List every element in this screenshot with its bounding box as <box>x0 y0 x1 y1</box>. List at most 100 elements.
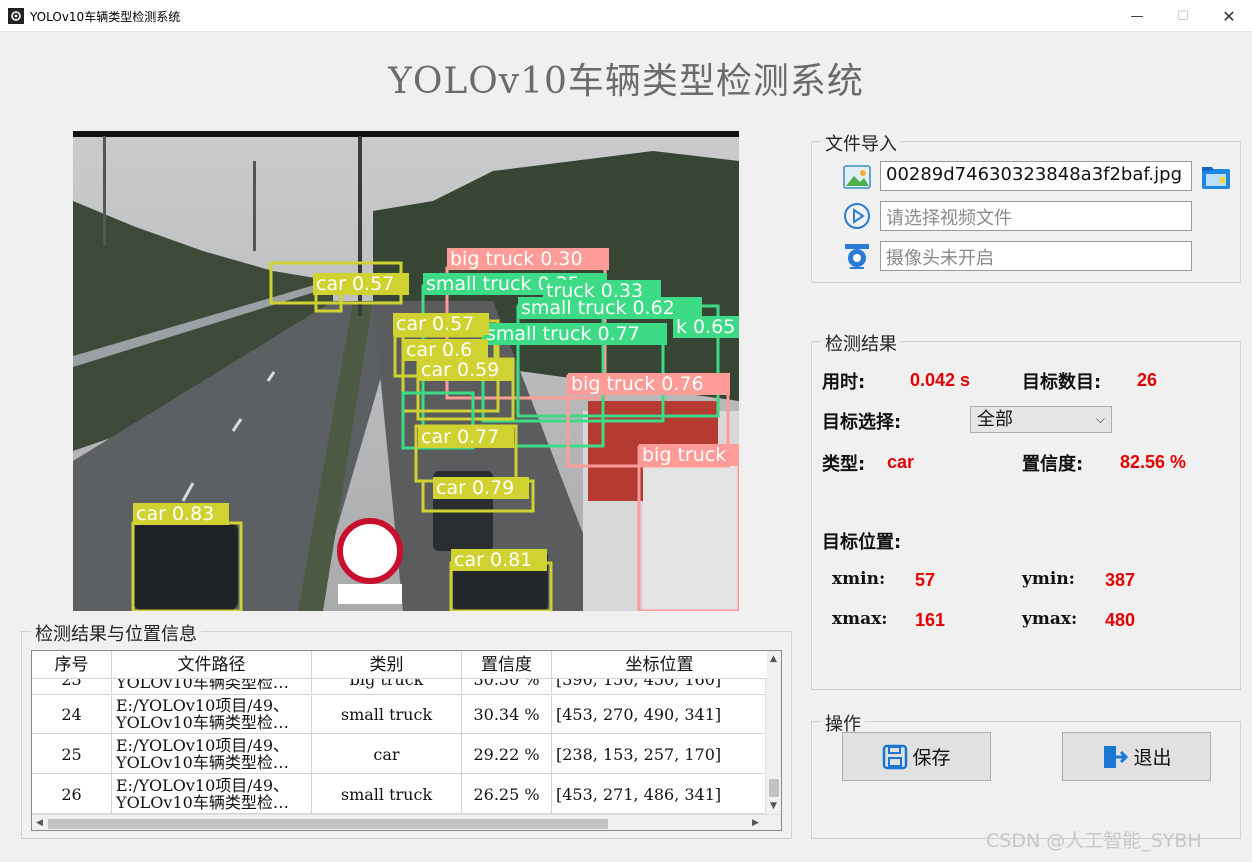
cell-coords: [453, 270, 490, 341] <box>556 704 722 724</box>
cell-index: 26 <box>32 774 112 814</box>
svg-text:small truck 0.62: small truck 0.62 <box>521 297 675 319</box>
exit-icon <box>1104 745 1129 768</box>
scroll-up-icon[interactable]: ▲ <box>770 654 777 664</box>
detection-label: car 0.83 <box>133 503 229 525</box>
cell-path: E:/YOLOv10项目/49、 YOLOv10车辆类型检… <box>112 734 312 774</box>
table-row[interactable]: 26 E:/YOLOv10项目/49、 YOLOv10车辆类型检… small … <box>32 774 767 814</box>
save-button-label: 保存 <box>912 747 951 769</box>
open-folder-icon[interactable] <box>1200 161 1232 193</box>
chevron-down-icon: ⌵ <box>1095 412 1105 426</box>
results-title: 检测结果 <box>821 330 901 356</box>
svg-text:car 0.77: car 0.77 <box>421 426 499 448</box>
header-confidence[interactable]: 置信度 <box>462 651 552 679</box>
table-hscroll-thumb[interactable] <box>48 819 608 829</box>
cell-path-line2: YOLOv10车辆类型检… <box>116 793 289 812</box>
cell-confidence: 26.25 % <box>462 774 552 814</box>
detection-label: k 0.65 <box>673 316 739 338</box>
cell-confidence: 30.34 % <box>462 694 552 734</box>
svg-text:car 0.81: car 0.81 <box>454 549 532 571</box>
table-vertical-scrollbar[interactable]: ▲ ▼ <box>765 651 781 816</box>
svg-text:small truck 0.77: small truck 0.77 <box>486 323 640 345</box>
scroll-right-icon[interactable]: ▶ <box>752 818 759 828</box>
detection-label: big truck 0.76 <box>568 373 730 395</box>
detection-label: small truck 0.77 <box>483 323 667 345</box>
save-icon <box>883 744 908 769</box>
table-row[interactable]: 24 E:/YOLOv10项目/49、 YOLOv10车辆类型检… small … <box>32 694 767 734</box>
results-table[interactable]: 序号 文件路径 类别 置信度 坐标位置 23 YOLOv10车辆类型检… big… <box>31 650 782 831</box>
cell-class: small truck <box>312 694 462 734</box>
detection-label: car 0.57 <box>393 313 489 335</box>
count-value: 26 <box>1137 370 1158 390</box>
detection-label: small truck 0.62 <box>518 297 702 319</box>
scroll-left-icon[interactable]: ◀ <box>36 818 43 828</box>
detection-label: car 0.77 <box>418 426 514 448</box>
detection-label: car 0.59 <box>418 359 514 381</box>
cell-confidence: 29.22 % <box>462 734 552 774</box>
header-class[interactable]: 类别 <box>312 651 462 679</box>
xmax-label: xmax: <box>832 609 888 629</box>
svg-text:big truck 0.30: big truck 0.30 <box>450 248 583 270</box>
cell-index: 24 <box>32 694 112 734</box>
type-value: car <box>887 452 915 472</box>
app-logo-icon <box>8 8 24 24</box>
cell-coords: [453, 271, 486, 341] <box>556 784 722 804</box>
time-value: 0.042 s <box>910 370 971 390</box>
table-horizontal-scrollbar[interactable]: ◀ ▶ <box>32 814 781 830</box>
video-file-icon[interactable] <box>842 201 872 231</box>
svg-text:k 0.65: k 0.65 <box>676 316 735 338</box>
xmin-value: 57 <box>915 570 936 590</box>
type-label: 类型: <box>822 454 866 475</box>
svg-text:car 0.6: car 0.6 <box>406 339 472 361</box>
ymax-label: ymax: <box>1022 609 1078 629</box>
svg-text:car 0.83: car 0.83 <box>136 503 214 525</box>
svg-text:car 0.57: car 0.57 <box>316 273 394 295</box>
target-select[interactable]: 全部 ⌵ <box>970 406 1112 433</box>
detection-label: car 0.81 <box>451 549 547 571</box>
table-vscroll-thumb[interactable] <box>769 779 779 797</box>
xmax-value: 161 <box>915 610 946 630</box>
svg-text:car 0.59: car 0.59 <box>421 359 499 381</box>
file-import-title: 文件导入 <box>821 130 901 156</box>
maximize-button[interactable]: ☐ <box>1160 0 1206 32</box>
window-titlebar: YOLOv10车辆类型检测系统 — ☐ ✕ <box>0 0 1252 32</box>
detection-label: car 0.57 <box>313 273 409 295</box>
table-header: 序号 文件路径 类别 置信度 坐标位置 <box>32 651 767 679</box>
exit-button[interactable]: 退出 <box>1062 732 1211 781</box>
table-row[interactable]: 25 E:/YOLOv10项目/49、 YOLOv10车辆类型检… car 29… <box>32 734 767 774</box>
window-title: YOLOv10车辆类型检测系统 <box>30 10 181 24</box>
camera-status-input[interactable]: 摄像头未开启 <box>880 241 1192 271</box>
image-file-input[interactable]: 00289d74630323848a3f2baf.jpg <box>880 161 1192 191</box>
time-label: 用时: <box>822 372 866 393</box>
cell-class: car <box>312 734 462 774</box>
detection-image: big truck 0.30 small truck 0.35 truck 0.33… <box>73 131 739 611</box>
cell-class: small truck <box>312 774 462 814</box>
cell-index: 25 <box>32 734 112 774</box>
page-title: YOLOv10车辆类型检测系统 <box>388 61 864 102</box>
cell-path: E:/YOLOv10项目/49、 YOLOv10车辆类型检… <box>112 694 312 734</box>
confidence-value: 82.56 % <box>1120 452 1187 472</box>
target-select-label: 目标选择: <box>822 412 902 433</box>
count-label: 目标数目: <box>1022 372 1102 393</box>
cell-path-line1: E:/YOLOv10项目/49、 <box>116 776 290 795</box>
header-coords[interactable]: 坐标位置 <box>552 651 767 679</box>
svg-text:car 0.57: car 0.57 <box>396 313 474 335</box>
cell-path: E:/YOLOv10项目/49、 YOLOv10车辆类型检… <box>112 774 312 814</box>
cell-path-line1: E:/YOLOv10项目/49、 <box>116 736 290 755</box>
save-button[interactable]: 保存 <box>842 732 991 781</box>
detection-label: big truck <box>639 444 739 466</box>
camera-icon[interactable] <box>842 241 872 271</box>
confidence-label: 置信度: <box>1022 454 1084 475</box>
table-title: 检测结果与位置信息 <box>31 620 201 646</box>
cell-path-line2: YOLOv10车辆类型检… <box>116 753 289 772</box>
close-button[interactable]: ✕ <box>1206 0 1252 32</box>
ymin-value: 387 <box>1105 570 1136 590</box>
header-path[interactable]: 文件路径 <box>112 651 312 679</box>
image-file-icon[interactable] <box>842 162 872 192</box>
exit-button-label: 退出 <box>1133 747 1172 769</box>
detection-scene: big truck 0.30small truck 0.35truck 0.33… <box>73 131 739 611</box>
ymax-value: 480 <box>1105 610 1136 630</box>
header-index[interactable]: 序号 <box>32 651 112 679</box>
video-file-input[interactable]: 请选择视频文件 <box>880 201 1192 231</box>
minimize-button[interactable]: — <box>1114 0 1160 32</box>
scroll-down-icon[interactable]: ▼ <box>770 801 777 811</box>
